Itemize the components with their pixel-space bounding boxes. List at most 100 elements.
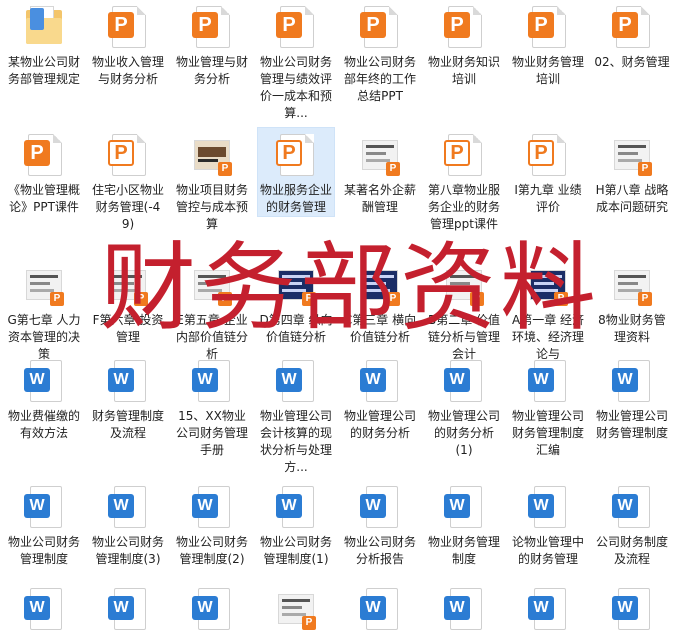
file-item[interactable]: P 物业项目财务管控与成本预算 (174, 128, 250, 233)
word-file-icon: W (444, 486, 484, 530)
file-name: 02、财务管理 (594, 55, 670, 69)
file-name: 物业公司财务管理制度(3) (91, 535, 164, 566)
file-item[interactable]: W 论物业管理中的财务管理 (510, 480, 586, 568)
presentation-thumbnail-icon: P (360, 134, 400, 178)
file-item[interactable]: P (258, 582, 334, 636)
file-item[interactable]: W 物业公司财务管理制度 (6, 480, 82, 568)
file-item[interactable]: P A第一章 经济环境、经济理论与 (510, 258, 586, 363)
file-item[interactable]: P D第四章 纵向价值链分析 (258, 258, 334, 346)
presentation-thumbnail-icon: P (192, 264, 232, 308)
file-item[interactable]: W 物业管理公司的财务分析 (342, 354, 418, 442)
file-name: I第九章 业绩评价 (514, 183, 582, 214)
file-name: 物业管理公司财务管理制度 (595, 409, 668, 440)
file-item[interactable]: P 物业公司财务管理与绩效评价一成本和预算... (258, 0, 334, 122)
word-file-icon: W (192, 486, 232, 530)
file-item[interactable]: W 物业公司财务管理制度(2) (174, 480, 250, 568)
presentation-thumbnail-icon: P (24, 264, 64, 308)
file-name: 物业财务管理制度 (427, 535, 500, 566)
file-item[interactable]: W 物业管理公司财务管理制度汇编 (510, 354, 586, 459)
file-name: 论物业管理中的财务管理 (511, 535, 584, 566)
file-name: 某著名外企薪酬管理 (343, 183, 416, 214)
presentation-thumbnail-icon: P (276, 264, 316, 308)
powerpoint-file-icon: P (444, 6, 484, 50)
word-file-icon: W (24, 360, 64, 404)
file-item[interactable]: P F第六章 投资管理 (90, 258, 166, 346)
powerpoint-file-icon: P (444, 134, 484, 178)
file-name: 物业公司财务部年终的工作总结PPT (343, 55, 416, 103)
file-item[interactable]: P H第八章 战略成本问题研究 (594, 128, 670, 216)
file-item[interactable]: P 物业服务企业的财务管理 (257, 127, 335, 217)
file-name: D第四章 纵向价值链分析 (259, 313, 333, 344)
folder-icon (24, 6, 64, 50)
file-item[interactable]: W 财务管理制度及流程 (90, 354, 166, 442)
file-item[interactable]: W (6, 582, 82, 636)
presentation-thumbnail-icon: P (192, 134, 232, 178)
file-item[interactable]: P C第三章 横向价值链分析 (342, 258, 418, 346)
file-item[interactable]: W 物业管理公司的财务分析 (1) (426, 354, 502, 459)
file-item[interactable]: W (594, 582, 670, 636)
file-item[interactable]: W (510, 582, 586, 636)
file-item[interactable]: 某物业公司财务部管理规定 (6, 0, 82, 88)
file-grid: 某物业公司财务部管理规定 P 物业收入管理与财务分析 P 物业管理与财务分析 P 物业公司财… (0, 0, 688, 630)
file-item[interactable]: P I第九章 业绩评价 (510, 128, 586, 216)
file-item[interactable]: P 第八章物业服务企业的财务管理ppt课件 (426, 128, 502, 233)
file-item[interactable]: W 物业财务管理制度 (426, 480, 502, 568)
word-file-icon: W (24, 588, 64, 632)
file-item[interactable]: P 住宅小区物业财务管理(-49) (90, 128, 166, 233)
word-file-icon: W (108, 486, 148, 530)
file-item[interactable]: W 公司财务制度及流程 (594, 480, 670, 568)
file-item[interactable]: P E第五章 企业内部价值链分析 (174, 258, 250, 363)
file-name: 物业公司财务管理与绩效评价一成本和预算... (259, 55, 332, 120)
file-item[interactable]: P 某著名外企薪酬管理 (342, 128, 418, 216)
file-name: 15、XX物业公司财务管理手册 (175, 409, 248, 457)
file-item[interactable]: P 物业财务管理培训 (510, 0, 586, 88)
file-name: 第八章物业服务企业的财务管理ppt课件 (427, 183, 500, 231)
word-file-icon: W (276, 486, 316, 530)
file-item[interactable]: P 物业管理与财务分析 (174, 0, 250, 88)
file-item[interactable]: W 物业费催缴的有效方法 (6, 354, 82, 442)
file-item[interactable]: W 物业公司财务分析报告 (342, 480, 418, 568)
powerpoint-file-icon: P (108, 134, 148, 178)
file-item[interactable]: P 8物业财务管理资料 (594, 258, 670, 346)
file-item[interactable]: W 物业公司财务管理制度(1) (258, 480, 334, 568)
file-item[interactable]: P 物业公司财务部年终的工作总结PPT (342, 0, 418, 105)
file-name: 财务管理制度及流程 (91, 409, 164, 440)
file-item[interactable]: P G第七章 人力资本管理的决策 (6, 258, 82, 363)
file-name: 《物业管理概论》PPT课件 (7, 183, 80, 214)
file-item[interactable]: P 02、财务管理 (594, 0, 670, 71)
file-name: 某物业公司财务部管理规定 (7, 55, 80, 86)
file-name: 物业服务企业的财务管理 (259, 183, 332, 214)
file-name: 物业公司财务分析报告 (343, 535, 416, 566)
file-item[interactable]: P 物业收入管理与财务分析 (90, 0, 166, 88)
file-item[interactable]: W (174, 582, 250, 636)
file-name: 物业财务管理培训 (511, 55, 584, 86)
file-item[interactable]: W 物业管理公司财务管理制度 (594, 354, 670, 442)
word-file-icon: W (192, 360, 232, 404)
file-name: 物业公司财务管理制度(1) (259, 535, 332, 566)
file-item[interactable]: W 物业管理公司会计核算的现状分析与处理方... (258, 354, 334, 476)
file-item[interactable]: P 物业财务知识培训 (426, 0, 502, 88)
file-item[interactable]: P 《物业管理概论》PPT课件 (6, 128, 82, 216)
file-item[interactable]: W 15、XX物业公司财务管理手册 (174, 354, 250, 459)
word-file-icon: W (276, 360, 316, 404)
file-item[interactable]: W 物业公司财务管理制度(3) (90, 480, 166, 568)
word-file-icon: W (528, 588, 568, 632)
word-file-icon: W (360, 588, 400, 632)
powerpoint-file-icon: P (612, 6, 652, 50)
word-file-icon: W (192, 588, 232, 632)
powerpoint-file-icon: P (360, 6, 400, 50)
file-item[interactable]: P B第二章 价值链分析与管理会计 (426, 258, 502, 363)
powerpoint-file-icon: P (276, 134, 316, 178)
file-name: C第三章 横向价值链分析 (343, 313, 417, 344)
file-item[interactable]: W (342, 582, 418, 636)
word-file-icon: W (108, 360, 148, 404)
file-name: 物业管理公司会计核算的现状分析与处理方... (259, 409, 332, 474)
file-name: 物业公司财务管理制度(2) (175, 535, 248, 566)
presentation-thumbnail-icon: P (276, 588, 316, 632)
file-item[interactable]: W (90, 582, 166, 636)
file-name: H第八章 战略成本问题研究 (595, 183, 669, 214)
file-item[interactable]: W (426, 582, 502, 636)
file-name: 物业财务知识培训 (427, 55, 500, 86)
powerpoint-file-icon: P (192, 6, 232, 50)
word-file-icon: W (444, 360, 484, 404)
